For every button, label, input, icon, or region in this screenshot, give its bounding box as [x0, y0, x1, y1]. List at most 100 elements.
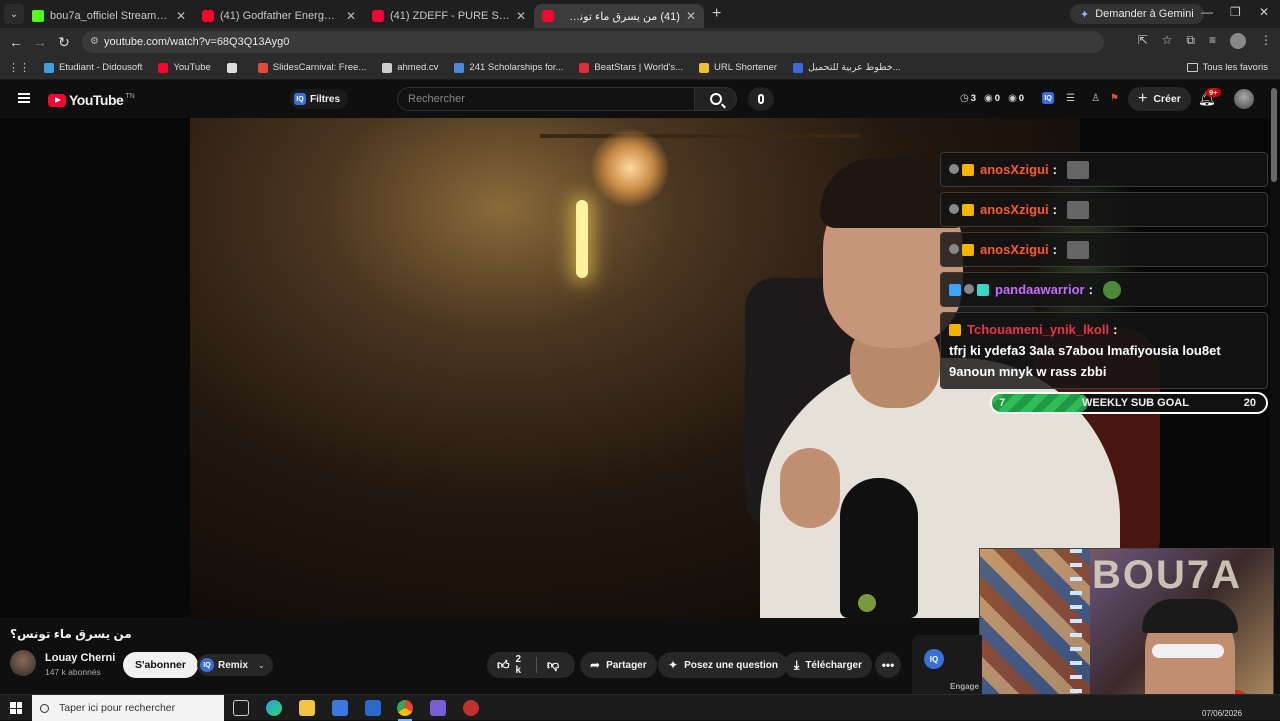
close-tab-icon[interactable]: ✕: [686, 9, 696, 23]
bookmark-item[interactable]: 241 Scholarships for...: [454, 62, 563, 73]
extensions-icon[interactable]: ⧉: [1186, 33, 1195, 49]
all-favorites-label: Tous les favoris: [1202, 62, 1268, 73]
alert-icon[interactable]: ⚑: [1110, 93, 1119, 104]
list-icon[interactable]: ☰: [1066, 93, 1075, 104]
close-tab-icon[interactable]: ✕: [176, 9, 186, 23]
download-button[interactable]: ⤓ Télécharger: [784, 652, 873, 678]
browser-tab[interactable]: bou7a_officiel Stream - Watch Live on Ki…: [24, 4, 194, 28]
taskbar-search[interactable]: Taper ici pour rechercher: [32, 695, 224, 721]
search-input[interactable]: Rechercher: [397, 87, 695, 111]
hamburger-menu-icon[interactable]: [18, 93, 30, 103]
headset-badge-icon: [964, 283, 974, 294]
edge-icon[interactable]: [266, 700, 282, 716]
store-icon[interactable]: [332, 700, 348, 716]
headset-badge-icon: [949, 243, 959, 254]
bookmark-label: ahmed.cv: [397, 62, 439, 73]
iq-icon: IQ: [200, 658, 214, 672]
chat-username: anosXzigui: [980, 202, 1049, 217]
toolbar-icons: ⇱ ☆ ⧉ ≡ ⋮: [1138, 33, 1272, 49]
iq-icon[interactable]: IQ: [924, 649, 944, 669]
bookmark-favicon-icon: [579, 62, 590, 73]
reload-icon[interactable]: ↻: [52, 34, 76, 51]
kick-favicon: [32, 10, 44, 22]
headset-badge-icon: [949, 203, 959, 214]
bookmark-label: خطوط عربية للتحميل...: [808, 62, 901, 73]
bookmark-item[interactable]: [226, 62, 242, 73]
wall-lettering: BOU7A: [1092, 553, 1243, 597]
eye-stat[interactable]: ◉ 0: [984, 93, 1000, 104]
crown-badge-icon: [962, 163, 974, 176]
bookmark-item[interactable]: خطوط عربية للتحميل...: [793, 62, 901, 73]
remix-label: Remix: [218, 659, 249, 671]
url-field[interactable]: ⚙ youtube.com/watch?v=68Q3Q13Ayg0: [82, 31, 1104, 53]
eye-icon: ◉: [984, 92, 993, 104]
youtube-logo[interactable]: YouTube TN: [48, 92, 135, 108]
site-info-icon[interactable]: ⚙: [90, 36, 99, 47]
remix-button[interactable]: IQ Remix ⌄: [197, 654, 273, 676]
search-button[interactable]: [695, 87, 737, 111]
create-button[interactable]: + Créer: [1128, 87, 1191, 111]
menu-icon[interactable]: ⋮: [1260, 33, 1272, 49]
clock-stat[interactable]: ◷ 3: [960, 93, 976, 104]
apps-grid-icon[interactable]: ⋮⋮: [8, 61, 30, 74]
like-icon[interactable]: 👍︎: [497, 658, 510, 673]
extension-stats: ◷ 3 ◉ 0 ◉ 0 IQ ☰ ♙ ⚑: [960, 92, 1121, 104]
forward-icon[interactable]: →: [28, 34, 52, 50]
page-scrollbar[interactable]: [1271, 88, 1277, 182]
subscribe-button[interactable]: S'abonner: [123, 652, 198, 678]
dislike-icon[interactable]: 👎︎: [547, 658, 559, 673]
chevron-down-icon[interactable]: ⌄: [258, 661, 265, 670]
eye-stat[interactable]: ◉ 0: [1008, 93, 1024, 104]
bookmark-item[interactable]: BeatStars | World's...: [579, 62, 683, 73]
task-view-icon[interactable]: [233, 700, 249, 716]
channel-name[interactable]: Louay Cherni: [45, 652, 115, 664]
profile-avatar[interactable]: [1230, 33, 1246, 49]
file-explorer-icon[interactable]: [299, 700, 315, 716]
headset-badge-icon: [949, 163, 959, 174]
back-icon[interactable]: ←: [4, 34, 28, 50]
streamer-webcam: BOU7A: [979, 548, 1274, 713]
chrome-icon[interactable]: [397, 700, 413, 716]
bookmark-item[interactable]: ahmed.cv: [382, 62, 438, 73]
media-control-icon[interactable]: ≡: [1209, 33, 1216, 49]
voice-search-button[interactable]: [748, 87, 774, 111]
windows-start-icon[interactable]: [10, 702, 22, 714]
windows-taskbar: Taper ici pour rechercher 07/06/2026: [0, 694, 1280, 721]
bookmark-item[interactable]: SlidesCarnival: Free...: [257, 62, 366, 73]
gemini-button[interactable]: ✦ Demander à Gemini: [1070, 4, 1204, 24]
tab-search-button[interactable]: ⌄: [4, 4, 24, 24]
bookmark-item[interactable]: YouTube: [158, 62, 211, 73]
iq-extension-icon[interactable]: IQ: [1042, 92, 1055, 104]
bookmark-star-icon[interactable]: ☆: [1162, 33, 1173, 49]
stream-chat-overlay: anosXzigui: anosXzigui: anosXzigui: pandaaw…: [940, 152, 1268, 394]
bookmark-item[interactable]: Etudiant - Didousoft: [44, 62, 142, 73]
plus-icon: +: [1138, 90, 1148, 107]
restore-icon[interactable]: ❐: [1230, 5, 1241, 19]
mail-icon[interactable]: [365, 700, 381, 716]
browser-tab[interactable]: (41) Godfather Energy Jazz | Old Money ✕: [194, 4, 364, 28]
iq-icon: IQ: [294, 93, 306, 105]
all-favorites[interactable]: Tous les favoris: [1186, 62, 1268, 73]
ask-question-button[interactable]: ✦ Posez une question: [658, 652, 788, 678]
browser-tab-active[interactable]: (41) من يسرق ماء تونس؟ - YouTube ✕: [534, 4, 704, 28]
taskbar-search-placeholder: Taper ici pour rechercher: [59, 702, 176, 714]
like-count[interactable]: 2 k: [516, 654, 527, 676]
close-tab-icon[interactable]: ✕: [516, 9, 526, 23]
obs-icon[interactable]: [463, 700, 479, 716]
close-tab-icon[interactable]: ✕: [346, 9, 356, 23]
new-tab-icon[interactable]: +: [712, 5, 721, 23]
browser-tab[interactable]: (41) ZDEFF - PURE SESSION (Live) ✕: [364, 4, 534, 28]
bookmark-label: Etudiant - Didousoft: [59, 62, 143, 73]
more-actions-button[interactable]: •••: [875, 652, 901, 678]
channel-avatar[interactable]: [10, 650, 36, 676]
discord-icon[interactable]: [430, 700, 446, 716]
award-icon[interactable]: ♙: [1091, 93, 1100, 104]
install-app-icon[interactable]: ⇱: [1138, 33, 1148, 49]
share-button[interactable]: ➦ Partager: [580, 652, 657, 678]
close-window-icon[interactable]: ✕: [1259, 5, 1269, 19]
filters-button[interactable]: IQ Filtres: [290, 89, 349, 109]
search-icon: [40, 703, 49, 713]
bookmark-item[interactable]: URL Shortener: [699, 62, 777, 73]
minimize-icon[interactable]: —: [1201, 5, 1213, 19]
account-avatar[interactable]: [1234, 89, 1254, 109]
